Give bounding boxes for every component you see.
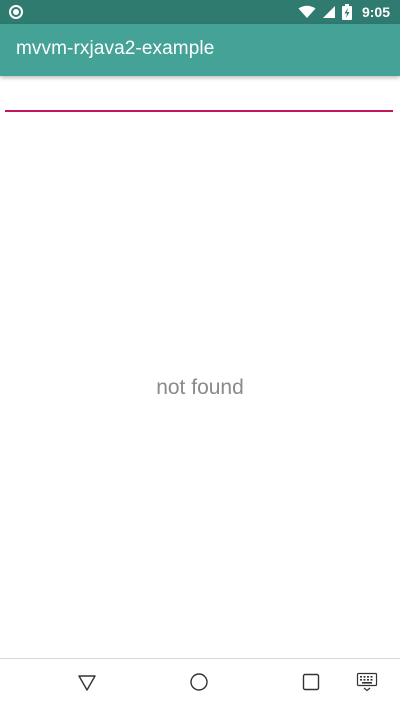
keyboard-icon[interactable] (356, 672, 378, 692)
navigation-bar (0, 658, 400, 705)
cell-signal-icon (322, 6, 335, 18)
status-icons: 9:05 (298, 0, 390, 24)
app-screen: 9:05 mvvm-rxjava2-example not found (0, 0, 400, 705)
status-bar: 9:05 (0, 0, 400, 24)
app-bar: mvvm-rxjava2-example (0, 24, 400, 76)
battery-charging-icon (341, 4, 352, 20)
home-icon[interactable] (188, 671, 210, 693)
notification-dot-icon (9, 5, 23, 19)
search-field-container (5, 82, 393, 114)
status-time: 9:05 (361, 4, 390, 20)
wifi-icon (298, 5, 316, 18)
search-input[interactable] (5, 82, 393, 112)
back-icon[interactable] (76, 671, 98, 693)
app-title: mvvm-rxjava2-example (16, 38, 215, 59)
recents-icon[interactable] (300, 671, 322, 693)
empty-state-text: not found (156, 376, 244, 399)
